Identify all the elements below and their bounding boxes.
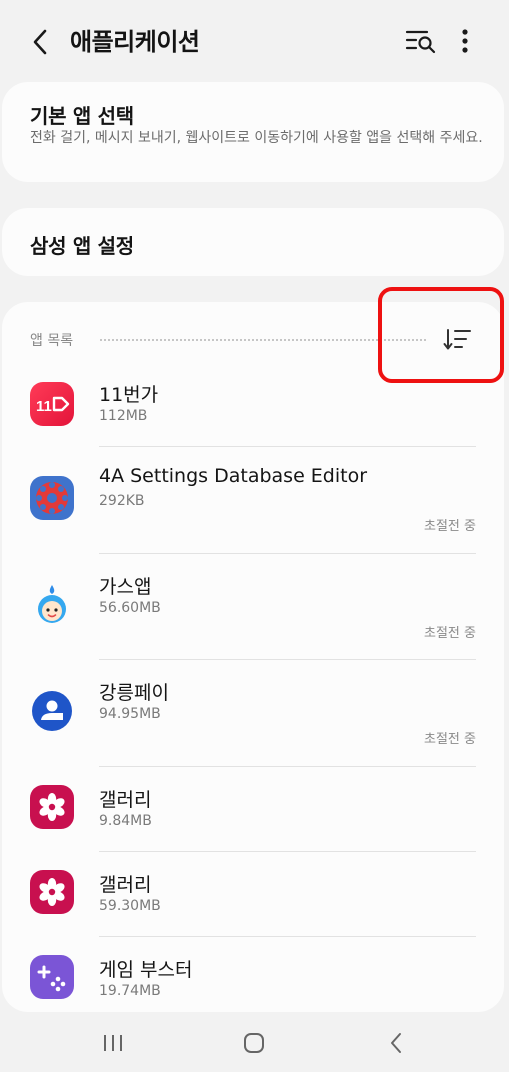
gallery-icon <box>30 785 74 829</box>
more-options-button[interactable] <box>452 24 478 58</box>
app-status: 초절전 중 <box>424 626 476 641</box>
app-name: 게임 부스터 <box>99 959 193 981</box>
app-name: 4A Settings Database Editor <box>99 465 368 487</box>
app-name: 갤러리 <box>99 789 152 811</box>
more-vertical-icon <box>462 29 468 53</box>
samsung-app-settings-card[interactable]: 삼성 앱 설정 <box>2 208 504 276</box>
app-row-4a-settings-database-editor[interactable]: 4A Settings Database Editor 292KB 초절전 중 <box>2 447 504 553</box>
app-size: 19.74MB <box>99 983 161 999</box>
app-name: 11번가 <box>99 384 159 406</box>
app-list-header: 앱 목록 <box>30 333 74 349</box>
back-icon <box>391 1033 401 1053</box>
gasapp-icon <box>30 582 74 626</box>
game-booster-icon <box>30 955 74 999</box>
app-row-game-booster[interactable]: 게임 부스터 19.74MB <box>2 937 504 1012</box>
app-status: 초절전 중 <box>424 732 476 747</box>
app-name: 가스앱 <box>99 576 152 598</box>
app-size: 59.30MB <box>99 898 161 914</box>
chevron-left-icon <box>33 29 47 55</box>
search-button[interactable] <box>404 26 438 56</box>
app-list-card: 앱 목록 11 11번가 112MB 4A Settings Database … <box>2 302 504 1012</box>
recents-button[interactable] <box>93 1028 133 1058</box>
gallery-icon <box>30 870 74 914</box>
samsung-app-settings-title: 삼성 앱 설정 <box>30 234 134 258</box>
app-row-gangneung-pay[interactable]: 강릉페이 94.95MB 초절전 중 <box>2 660 504 766</box>
app-size: 94.95MB <box>99 706 161 722</box>
default-apps-card[interactable]: 기본 앱 선택 전화 걸기, 메시지 보내기, 웹사이트로 이동하기에 사용할 … <box>2 82 504 182</box>
app-size: 56.60MB <box>99 600 161 616</box>
recents-icon <box>104 1035 122 1051</box>
default-apps-title: 기본 앱 선택 <box>30 104 134 128</box>
default-apps-description: 전화 걸기, 메시지 보내기, 웹사이트로 이동하기에 사용할 앱을 선택해 주… <box>30 130 483 146</box>
app-status: 초절전 중 <box>424 519 476 534</box>
home-button[interactable] <box>234 1028 274 1058</box>
search-list-icon <box>405 30 436 54</box>
app-size: 9.84MB <box>99 813 152 829</box>
app-row-gallery[interactable]: 갤러리 9.84MB <box>2 767 504 851</box>
top-app-bar: 애플리케이션 <box>0 0 509 80</box>
app-row-11st[interactable]: 11 11번가 112MB <box>2 372 504 446</box>
highlight-box <box>378 287 504 383</box>
app-row-gallery[interactable]: 갤러리 59.30MB <box>2 852 504 936</box>
app-size: 112MB <box>99 408 148 424</box>
navigation-bar <box>0 1014 509 1072</box>
11st-icon: 11 <box>30 382 74 426</box>
home-icon <box>244 1033 264 1053</box>
gangneung-pay-icon <box>30 689 74 733</box>
app-name: 갤러리 <box>99 874 152 896</box>
app-row-gasapp[interactable]: 가스앱 56.60MB 초절전 중 <box>2 554 504 659</box>
database-editor-icon <box>30 476 74 520</box>
svg-text:11: 11 <box>36 398 52 415</box>
app-name: 강릉페이 <box>99 682 169 704</box>
page-title: 애플리케이션 <box>70 28 200 56</box>
back-nav-button[interactable] <box>376 1028 416 1058</box>
app-size: 292KB <box>99 493 145 509</box>
back-button[interactable] <box>22 24 58 60</box>
